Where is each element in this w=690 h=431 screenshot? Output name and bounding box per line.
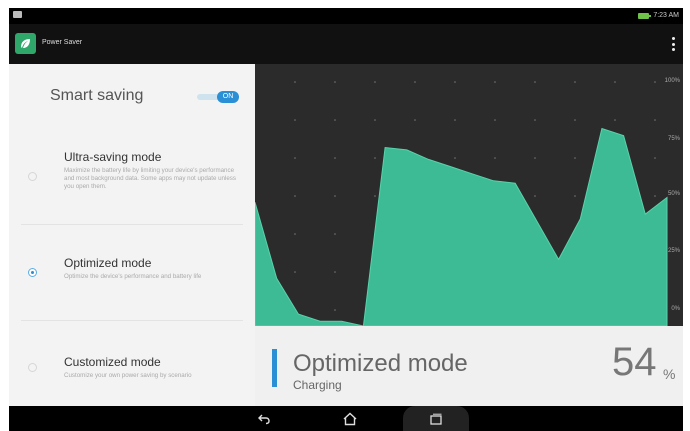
y-axis-label: 25%	[668, 248, 681, 254]
status-panel: Optimized mode Charging 54 %	[255, 326, 683, 406]
grid-dot	[334, 81, 336, 83]
grid-dot	[654, 195, 656, 197]
customized-description: Customize your own power saving by scena…	[64, 372, 192, 379]
grid-dot	[454, 81, 456, 83]
status-time: 7:23 AM	[653, 12, 679, 19]
mode-ultra-saving[interactable]: Ultra-saving mode Maximize the battery l…	[9, 126, 255, 224]
app-title: Power Saver	[42, 39, 83, 46]
grid-dot	[334, 309, 336, 311]
grid-dot	[334, 271, 336, 273]
grid-dot	[294, 195, 296, 197]
battery-percent-sign: %	[663, 366, 676, 382]
home-button[interactable]	[335, 406, 365, 431]
grid-dot	[374, 157, 376, 159]
smart-saving-toggle[interactable]: ON	[197, 91, 239, 103]
status-accent-bar	[272, 349, 277, 387]
grid-dot	[414, 81, 416, 83]
notification-icon	[13, 11, 22, 18]
recents-icon	[430, 413, 442, 425]
grid-dot	[534, 195, 536, 197]
grid-dot	[654, 119, 656, 121]
battery-level-area	[255, 127, 668, 326]
grid-dot	[574, 119, 576, 121]
grid-dot	[654, 81, 656, 83]
device-screen: 7:23 AM Power Saver Smart saving ON Ultr…	[9, 8, 683, 431]
grid-dot	[494, 81, 496, 83]
mode-list-panel: Smart saving ON Ultra-saving mode Maximi…	[9, 64, 255, 406]
optimized-radio[interactable]	[28, 268, 37, 277]
status-charging: Charging	[293, 378, 342, 392]
y-axis-label: 0%	[671, 306, 680, 312]
grid-dot	[494, 157, 496, 159]
grid-dot	[334, 233, 336, 235]
grid-dot	[374, 195, 376, 197]
smart-saving-label: Smart saving	[50, 87, 144, 104]
battery-percent: 54	[612, 340, 657, 384]
grid-dot	[614, 81, 616, 83]
grid-dot	[454, 157, 456, 159]
y-axis-label: 100%	[665, 78, 681, 84]
customized-title: Customized mode	[64, 355, 161, 369]
back-button[interactable]	[249, 406, 279, 431]
grid-dot	[574, 81, 576, 83]
grid-dot	[294, 157, 296, 159]
ultra-saving-radio[interactable]	[28, 172, 37, 181]
grid-dot	[654, 157, 656, 159]
grid-dot	[534, 81, 536, 83]
ultra-saving-description: Maximize the battery life by limiting yo…	[64, 167, 236, 190]
toggle-knob: ON	[217, 91, 239, 103]
battery-chart: 100% 75% 50% 25% 0%	[255, 64, 683, 326]
battery-icon	[638, 12, 652, 19]
mode-customized[interactable]: Customized mode Customize your own power…	[9, 321, 255, 406]
smart-saving-row: Smart saving ON	[9, 64, 255, 126]
y-axis-label: 50%	[668, 191, 681, 197]
optimized-title: Optimized mode	[64, 256, 152, 270]
back-icon	[258, 414, 270, 424]
status-bar: 7:23 AM	[9, 8, 683, 24]
status-mode: Optimized mode	[293, 350, 468, 377]
status-right: 7:23 AM	[638, 12, 679, 19]
ultra-saving-title: Ultra-saving mode	[64, 150, 162, 164]
grid-dot	[534, 119, 536, 121]
grid-dot	[454, 119, 456, 121]
grid-dot	[334, 157, 336, 159]
customized-radio[interactable]	[28, 363, 37, 372]
grid-dot	[614, 119, 616, 121]
grid-dot	[534, 157, 536, 159]
grid-dot	[574, 195, 576, 197]
overflow-menu-icon[interactable]	[669, 37, 677, 51]
navigation-bar	[9, 406, 683, 431]
grid-dot	[574, 157, 576, 159]
battery-chart-svg: 100% 75% 50% 25% 0%	[255, 78, 681, 326]
grid-dot	[374, 81, 376, 83]
grid-dot	[494, 119, 496, 121]
home-icon	[343, 412, 357, 425]
leaf-icon	[15, 33, 36, 54]
grid-dot	[374, 119, 376, 121]
grid-dot	[294, 119, 296, 121]
recents-button[interactable]	[403, 406, 469, 431]
grid-dot	[414, 119, 416, 121]
grid-dot	[334, 119, 336, 121]
y-axis-label: 75%	[668, 136, 681, 142]
app-bar: Power Saver	[9, 24, 683, 64]
grid-dot	[294, 233, 296, 235]
grid-dot	[294, 271, 296, 273]
grid-dot	[334, 195, 336, 197]
mode-optimized[interactable]: Optimized mode Optimize the device's per…	[9, 225, 255, 320]
optimized-description: Optimize the device's performance and ba…	[64, 273, 202, 280]
grid-dot	[294, 81, 296, 83]
